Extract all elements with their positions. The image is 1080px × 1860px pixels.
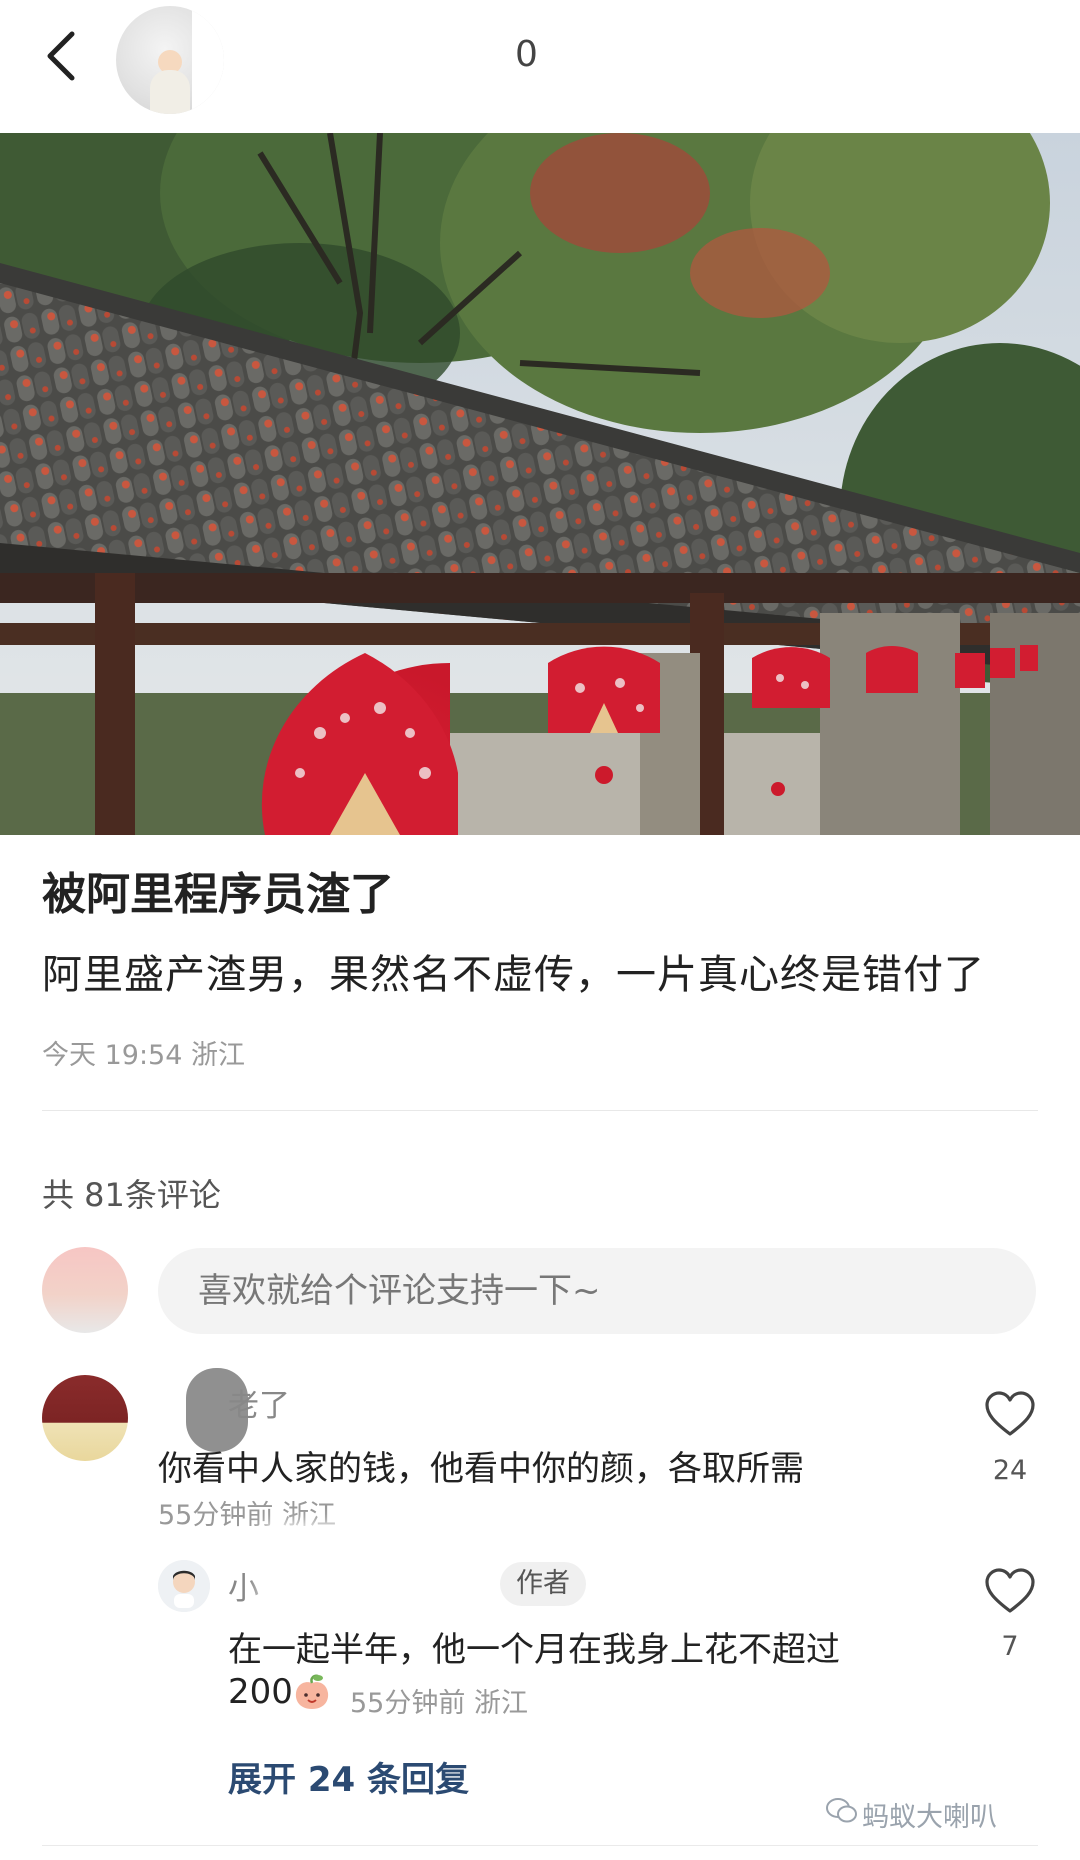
- heart-icon[interactable]: [984, 1390, 1036, 1438]
- post-meta: 今天 19:54 浙江: [42, 1040, 245, 1071]
- author-badge: 作者: [500, 1562, 586, 1606]
- comment-text[interactable]: 你看中人家的钱，他看中你的颜，各取所需: [158, 1441, 804, 1490]
- comment-meta: 55分钟前 浙江: [158, 1500, 336, 1531]
- reply-meta: 55分钟前 浙江: [350, 1688, 528, 1719]
- wechat-icon: [826, 1797, 858, 1825]
- commenter-name[interactable]: 老了: [228, 1380, 290, 1425]
- commenter-avatar[interactable]: [42, 1375, 128, 1461]
- author-avatar[interactable]: [116, 6, 224, 114]
- heart-icon[interactable]: [984, 1567, 1036, 1615]
- author-name[interactable]: 0: [515, 34, 538, 75]
- watermark: 蚂蚁大喇叭: [862, 1802, 997, 1833]
- comment-input[interactable]: [158, 1248, 1036, 1334]
- post-body: 阿里盛产渣男，果然名不虚传，一片真心终是错付了: [42, 952, 985, 998]
- peach-emoji-icon: [292, 1672, 332, 1712]
- reply-text[interactable]: 在一起半年，他一个月在我身上花不超过: [228, 1622, 840, 1671]
- blurred-region: [266, 1530, 370, 1636]
- like-count: 7: [1001, 1631, 1019, 1662]
- divider: [42, 1845, 1038, 1846]
- my-avatar: [42, 1247, 128, 1333]
- reply-author-avatar[interactable]: [158, 1560, 210, 1612]
- post-photo[interactable]: [0, 133, 1080, 835]
- post-title: 被阿里程序员渣了: [42, 869, 394, 920]
- divider: [42, 1110, 1038, 1111]
- reply-text-continued[interactable]: 200: [228, 1672, 293, 1712]
- like-count: 24: [992, 1455, 1028, 1486]
- comment-count: 共 81条评论: [42, 1176, 221, 1214]
- expand-replies-link[interactable]: 展开 24 条回复: [228, 1752, 469, 1801]
- back-arrow-icon[interactable]: [34, 26, 94, 86]
